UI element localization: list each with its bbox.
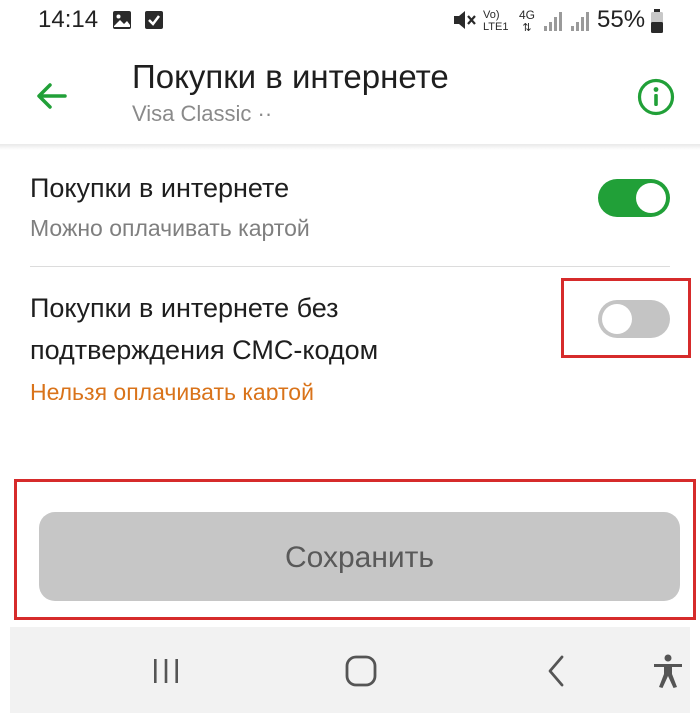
network-label: Vo) LTE1 (483, 9, 509, 33)
setting-title-line2: подтверждения СМС-кодом (30, 335, 379, 365)
battery-percent: 55% (597, 6, 646, 33)
status-bar: 14:14 Vo) LTE1 4G ⇅ 55% (0, 0, 700, 44)
network-type-label: 4G (518, 8, 535, 22)
highlight-box-toggle (561, 278, 691, 358)
page-title: Покупки в интернете (132, 58, 449, 95)
system-nav-bar (10, 627, 690, 713)
divider (30, 266, 670, 267)
save-button[interactable]: Сохранить (39, 512, 680, 601)
setting-subtitle: Можно оплачивать картой (30, 215, 310, 241)
signal-icon (544, 12, 562, 31)
header-shadow (0, 144, 700, 150)
recents-icon[interactable] (146, 651, 186, 691)
setting-subtitle-warning: Нельзя оплачивать картой (30, 379, 314, 400)
toggle-knob (636, 183, 666, 213)
signal-icon (571, 12, 589, 31)
arrow-left-icon[interactable] (32, 76, 72, 116)
card-name: Visa Classic ·· (132, 101, 273, 126)
volte-icon: Vo) LTE1 (483, 9, 513, 33)
status-time: 14:14 (38, 6, 99, 33)
network-type-icon: 4G ⇅ (518, 8, 535, 34)
online-purchases-toggle[interactable] (598, 179, 670, 217)
setting-title: Покупки в интернете (30, 173, 290, 203)
setting-title-line1: Покупки в интернете без (30, 293, 339, 323)
app-header: Покупки в интернете Visa Classic ·· (0, 44, 700, 144)
home-icon[interactable] (341, 651, 381, 691)
mute-icon (454, 11, 476, 29)
accessibility-icon[interactable] (648, 651, 688, 691)
subtitle-clip: Нельзя оплачивать картой (0, 372, 700, 400)
info-icon[interactable] (636, 77, 676, 117)
gallery-icon (113, 11, 131, 29)
checkbox-notification-icon (145, 11, 163, 29)
battery-icon (651, 9, 663, 33)
back-icon[interactable] (537, 651, 577, 691)
